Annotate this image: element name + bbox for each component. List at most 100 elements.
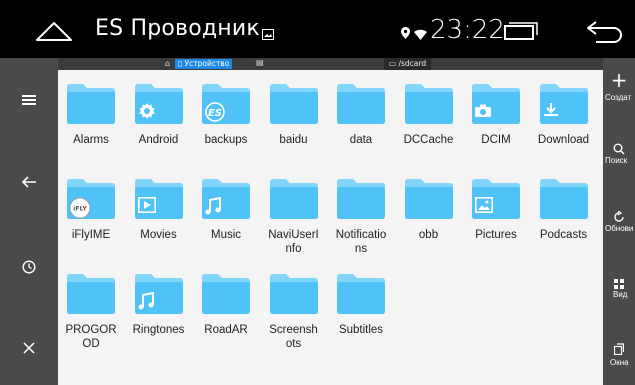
windows-label: Окна <box>610 358 629 367</box>
right-sidebar: + Создат Поиск Обнови Вид Окна <box>603 58 635 385</box>
search-label: Поиск <box>605 156 628 165</box>
sd-crumb-icon[interactable]: ▤ <box>256 58 264 67</box>
device-crumb-label: Устройство <box>184 59 230 68</box>
folder-item[interactable]: Download <box>531 70 597 165</box>
folder-name: obb <box>418 229 439 241</box>
play-icon <box>137 197 156 217</box>
history-icon <box>22 260 36 274</box>
file-grid: Alarms Android ES backups baidu data DCCache DC… <box>58 70 603 385</box>
folder-item[interactable]: obb <box>396 165 462 260</box>
folder-item[interactable]: NaviUserI nfo <box>261 165 327 260</box>
create-label: Создат <box>605 93 632 102</box>
folder-name: Subtitles <box>338 324 384 336</box>
folder-name: backups <box>204 134 248 146</box>
folder-name: Podcasts <box>539 229 588 241</box>
folder-item[interactable]: RoadAR <box>193 260 259 355</box>
back-nav-icon[interactable] <box>584 20 624 48</box>
music-note-icon <box>205 196 221 219</box>
gallery-notification-icon <box>262 25 274 44</box>
folder-icon <box>202 274 250 314</box>
sdcard-tab-label: /sdcard <box>398 59 427 68</box>
refresh-button[interactable]: Обнови <box>603 204 635 248</box>
svg-text:iFLY: iFLY <box>73 206 87 213</box>
folder-name: data <box>349 134 373 146</box>
clock: 23:22 <box>430 15 505 45</box>
folder-name: DCIM <box>481 134 511 146</box>
folder-name: Download <box>537 134 590 146</box>
folder-item[interactable]: Subtitles <box>328 260 394 355</box>
history-button[interactable] <box>0 247 58 287</box>
folder-name: Android <box>138 134 179 146</box>
folder-icon <box>67 84 115 124</box>
picture-icon <box>475 197 493 217</box>
folder-icon <box>269 274 318 314</box>
menu-icon <box>22 95 36 105</box>
windows-icon <box>603 340 635 359</box>
folder-name: Movies <box>140 229 177 241</box>
sdcard-tab[interactable]: ▭ /sdcard <box>384 58 432 70</box>
plus-icon: + <box>610 68 628 92</box>
folder-name: Notificatio ns <box>335 229 387 255</box>
folder-item[interactable]: Android <box>126 70 192 165</box>
close-icon <box>23 342 35 354</box>
folder-name: baidu <box>279 134 308 146</box>
folder-item[interactable]: Music <box>193 165 259 260</box>
view-label: Вид <box>613 290 628 299</box>
music-note-icon <box>138 291 154 314</box>
folder-item[interactable]: PROGOR OD <box>58 260 124 355</box>
home-crumb-icon[interactable]: ⌂ <box>165 59 170 68</box>
folder-icon <box>337 179 385 219</box>
folder-name: Screensh ots <box>269 324 318 350</box>
back-arrow-icon <box>22 176 36 188</box>
folder-item[interactable]: Alarms <box>58 70 124 165</box>
recent-apps-icon[interactable] <box>504 22 538 44</box>
folder-item[interactable]: baidu <box>261 70 327 165</box>
folder-item[interactable]: ES backups <box>193 70 259 165</box>
path-bar: ⌂ ▯ Устройство ▤ ▭ /sdcard <box>58 58 603 70</box>
svg-text:ES: ES <box>208 108 222 119</box>
folder-name: NaviUserI nfo <box>268 229 319 255</box>
device-crumb[interactable]: ▯ Устройство <box>175 59 233 69</box>
folder-item[interactable]: Notificatio ns <box>328 165 394 260</box>
phone-icon: ▯ <box>178 59 183 68</box>
folder-name: PROGOR OD <box>65 324 117 350</box>
folder-name: DCCache <box>403 134 454 146</box>
folder-small-icon: ▭ <box>389 59 397 68</box>
ifly-logo-icon: iFLY <box>69 197 91 223</box>
folder-icon <box>269 84 318 124</box>
folder-name: Alarms <box>73 134 109 146</box>
folder-item[interactable]: iFLY iFlyIME <box>58 165 124 260</box>
home-icon[interactable] <box>34 20 74 46</box>
menu-button[interactable] <box>0 80 58 120</box>
folder-name: Pictures <box>475 229 517 241</box>
folder-name: iFlyIME <box>71 229 111 241</box>
folder-item[interactable]: Movies <box>126 165 192 260</box>
app-title: ES Проводник <box>95 16 260 41</box>
folder-icon <box>67 274 115 314</box>
wifi-icon <box>414 26 427 45</box>
create-button[interactable]: + Создат <box>603 68 635 112</box>
view-button[interactable]: Вид <box>603 270 635 314</box>
folder-icon <box>337 84 385 124</box>
folder-item[interactable]: Pictures <box>463 165 529 260</box>
folder-item[interactable]: data <box>328 70 394 165</box>
folder-item[interactable]: Podcasts <box>531 165 597 260</box>
es-logo-icon: ES <box>205 102 225 126</box>
close-button[interactable] <box>0 328 58 368</box>
camera-icon <box>475 102 491 121</box>
folder-item[interactable]: DCCache <box>396 70 462 165</box>
back-button[interactable] <box>0 162 58 202</box>
folder-item[interactable]: Ringtones <box>126 260 192 355</box>
folder-icon <box>337 274 385 314</box>
refresh-label: Обнови <box>605 224 634 233</box>
search-button[interactable]: Поиск <box>603 136 635 180</box>
folder-icon <box>404 84 453 124</box>
folder-item[interactable]: Screensh ots <box>261 260 327 355</box>
folder-item[interactable]: DCIM <box>463 70 529 165</box>
windows-button[interactable]: Окна <box>603 338 635 382</box>
folder-icon <box>539 179 588 219</box>
download-icon <box>543 102 559 122</box>
folder-name: RoadAR <box>204 324 248 336</box>
folder-icon <box>269 179 318 219</box>
location-icon <box>401 27 410 42</box>
